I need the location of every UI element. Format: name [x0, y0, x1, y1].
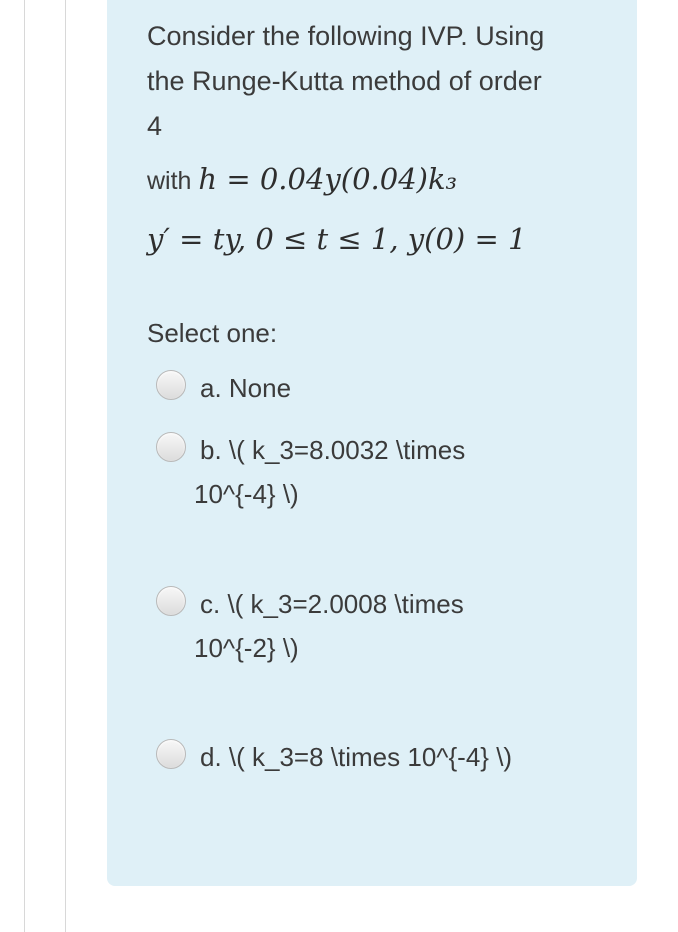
quiz-page: Consider the following IVP. Using the Ru… — [0, 0, 678, 932]
step-size-line: with h = 0.04y(0.04)k₃ — [147, 162, 457, 196]
option-c-label[interactable]: c. \( k_3=2.0008 \times 10^{-2} \) — [194, 582, 600, 670]
question-line-3: 4 — [147, 111, 163, 141]
radio-button-a[interactable] — [156, 370, 186, 400]
question-line-2: the Runge-Kutta method of order — [147, 66, 542, 96]
radio-button-c[interactable] — [156, 586, 186, 616]
with-prefix: with — [147, 167, 192, 195]
step-size-math: h = 0.04y(0.04)k₃ — [198, 162, 458, 196]
question-text: Consider the following IVP. Using the Ru… — [147, 14, 617, 149]
question-line-1: Consider the following IVP. Using — [147, 21, 545, 51]
option-a-label[interactable]: a. None — [200, 366, 600, 410]
left-border-line-2 — [65, 0, 66, 932]
option-b-label[interactable]: b. \( k_3=8.0032 \times 10^{-4} \) — [194, 428, 600, 516]
ivp-equation: y′ = ty, 0 ≤ t ≤ 1, y(0) = 1 — [147, 222, 526, 256]
select-one-label: Select one: — [147, 318, 278, 348]
ivp-math: y′ = ty, 0 ≤ t ≤ 1, y(0) = 1 — [147, 222, 527, 256]
option-d-label[interactable]: d. \( k_3=8 \times 10^{-4} \) — [200, 735, 600, 779]
radio-button-d[interactable] — [156, 739, 186, 769]
left-border-line — [24, 0, 25, 932]
radio-button-b[interactable] — [156, 432, 186, 462]
